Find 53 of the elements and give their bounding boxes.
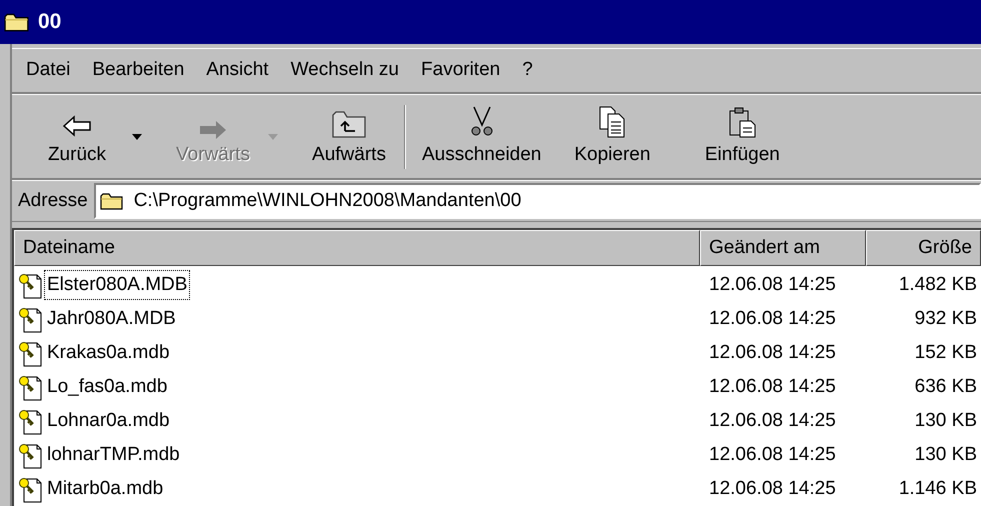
menu-item[interactable]: Bearbeiten — [84, 56, 192, 85]
table-cell-text: 12.06.08 14:25 — [708, 340, 837, 365]
database-file-icon — [18, 271, 44, 299]
back-arrow-icon — [60, 113, 94, 139]
table-cell-text: 152 KB — [914, 340, 978, 365]
menu-item[interactable]: Datei — [18, 56, 78, 85]
table-cell-text: 1.482 KB — [898, 272, 978, 297]
table-cell-text: 130 KB — [914, 442, 978, 467]
menu-item[interactable]: Ansicht — [198, 56, 277, 85]
toolbar-button[interactable]: Ausschneiden — [416, 98, 548, 176]
window-title: 00 — [38, 9, 62, 36]
table-cell-text: 12.06.08 14:25 — [708, 306, 837, 331]
table-cell-text: 12.06.08 14:25 — [708, 374, 837, 399]
caret-icon[interactable] — [132, 134, 142, 140]
address-label: Adresse — [18, 188, 88, 213]
file-name[interactable]: Elster080A.MDB — [44, 270, 190, 300]
database-file-icon — [18, 441, 44, 469]
menu-item[interactable]: Wechseln zu — [282, 56, 408, 85]
file-name[interactable]: Lo_fas0a.mdb — [44, 372, 170, 402]
address-field[interactable]: C:\Programme\WINLOHN2008\Mandanten\00 — [94, 183, 981, 219]
file-name[interactable]: Krakas0a.mdb — [44, 338, 173, 368]
file-name[interactable]: Jahr080A.MDB — [44, 304, 179, 334]
folder-up-icon — [331, 109, 367, 139]
database-file-icon — [18, 339, 44, 367]
copy-pages-icon — [597, 105, 628, 139]
folder-icon — [100, 191, 124, 211]
clipboard-icon — [727, 105, 758, 139]
table-cell-text: 932 KB — [914, 306, 978, 331]
table-cell-text: 12.06.08 14:25 — [708, 272, 837, 297]
toolbar-button[interactable]: Kopieren — [547, 98, 678, 176]
table-cell-text: 12.06.08 14:25 — [708, 442, 837, 467]
table-cell-text: 12.06.08 14:25 — [708, 476, 837, 501]
database-file-icon — [18, 407, 44, 435]
file-name[interactable]: lohnarTMP.mdb — [44, 440, 183, 470]
column-header[interactable]: Dateiname — [14, 230, 700, 266]
menu-item[interactable]: ? — [514, 56, 541, 85]
database-file-icon — [18, 475, 44, 503]
table-cell-text: 130 KB — [914, 408, 978, 433]
column-header[interactable]: Größe — [866, 230, 981, 266]
table-cell-text: 12.06.08 14:25 — [708, 408, 837, 433]
table-cell-text: 636 KB — [914, 374, 978, 399]
forward-arrow-icon — [200, 121, 226, 139]
folder-icon — [4, 11, 30, 33]
toolbar-button[interactable]: Einfügen — [677, 98, 808, 176]
table-cell-text: 1.146 KB — [898, 476, 978, 501]
file-name[interactable]: Mitarb0a.mdb — [44, 474, 166, 504]
toolbar-button[interactable]: Aufwärts — [304, 98, 394, 176]
toolbar-button[interactable]: Zurück — [32, 98, 122, 176]
column-header[interactable]: Geändert am — [700, 230, 866, 266]
menu-item[interactable]: Favoriten — [413, 56, 508, 85]
database-file-icon — [18, 373, 44, 401]
file-name[interactable]: Lohnar0a.mdb — [44, 406, 173, 436]
database-file-icon — [18, 305, 44, 333]
